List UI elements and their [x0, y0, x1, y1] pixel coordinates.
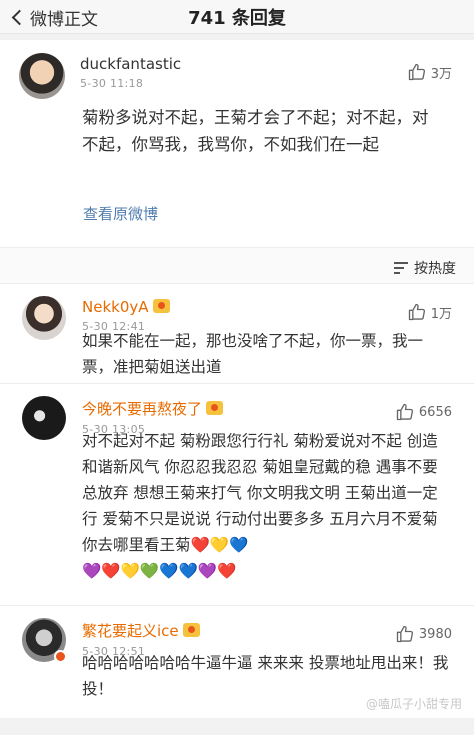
member-badge-icon	[206, 401, 224, 415]
username-text: 今晚不要再熬夜了	[82, 400, 203, 418]
username-text: 繁花要起义ice	[82, 622, 179, 640]
timestamp: 5-30 11:18	[80, 77, 144, 90]
thumbs-up-icon	[396, 403, 413, 421]
username[interactable]: 今晚不要再熬夜了	[82, 398, 224, 419]
username[interactable]: Nekk0yA	[82, 298, 170, 316]
username[interactable]: duckfantastic	[80, 55, 181, 73]
like-button[interactable]: 3万	[407, 62, 452, 82]
thumbs-up-icon	[408, 63, 425, 81]
view-original-link[interactable]: 查看原微博	[83, 203, 158, 224]
avatar[interactable]	[19, 53, 65, 99]
like-button[interactable]: 3980	[395, 624, 452, 644]
comment-item: Nekk0yA 5-30 12:41 1万 如果不能在一起，那也没啥了不起，你一…	[0, 284, 474, 384]
emoji-line: 💜❤️💛💚💙💙💜❤️	[82, 562, 237, 580]
like-count: 1万	[430, 306, 452, 322]
like-count: 3万	[430, 66, 452, 82]
top-bar: 微博正文 741 条回复	[0, 0, 474, 34]
avatar[interactable]	[22, 296, 66, 340]
member-badge-icon	[152, 299, 170, 313]
comment-text: 如果不能在一起，那也没啥了不起，你一票，我一票，准把菊姐送出道	[82, 332, 424, 376]
sort-icon	[394, 262, 408, 274]
comment-item: 今晚不要再熬夜了 5-30 13:05 6656 对不起对不起 菊粉跟您行行礼 …	[0, 384, 474, 606]
like-count: 6656	[418, 404, 452, 420]
like-button[interactable]: 1万	[407, 302, 452, 322]
thumbs-up-icon	[408, 303, 425, 321]
like-count: 3980	[418, 626, 452, 642]
comment-text: 对不起对不起 菊粉跟您行行礼 菊粉爱说对不起 创造和谐新风气 你忍忍我忍忍 菊姐…	[82, 432, 438, 554]
username-text: Nekk0yA	[82, 298, 149, 316]
thumbs-up-icon	[396, 625, 413, 643]
comment-item: 繁花要起义ice 5-30 12:51 3980 哈哈哈哈哈哈哈牛逼牛逼 来来来…	[0, 606, 474, 718]
like-button[interactable]: 6656	[395, 402, 452, 422]
sort-bar: 按热度	[0, 247, 474, 284]
page-title: 741 条回复	[188, 8, 286, 29]
avatar[interactable]	[22, 396, 66, 440]
post-meta: duckfantastic 5-30 11:18	[80, 55, 181, 90]
member-badge-icon	[182, 623, 200, 637]
username[interactable]: 繁花要起义ice	[82, 620, 200, 641]
verified-badge-icon	[54, 650, 67, 663]
sort-label: 按热度	[414, 261, 456, 277]
post-text: 菊粉多说对不起，王菊才会了不起；对不起，对不起，你骂我，我骂你，不如我们在一起	[82, 108, 429, 154]
watermark: @嗑瓜子小甜专用	[365, 697, 462, 711]
sort-by-hot-button[interactable]: 按热度	[394, 258, 456, 278]
